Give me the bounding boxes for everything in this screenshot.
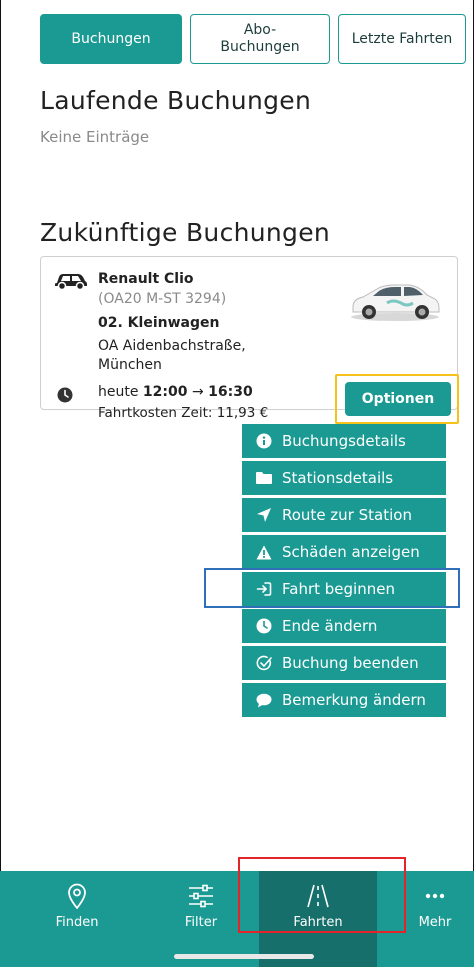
license-plate: (OA20 M-ST 3294) xyxy=(98,291,227,307)
menu-item-label: Schäden anzeigen xyxy=(282,543,420,561)
highlight-box-fahrt-beginnen xyxy=(204,568,460,608)
booking-cost: Fahrtkosten Zeit: 11,93 € xyxy=(98,405,269,421)
nav-mehr[interactable]: Mehr xyxy=(396,871,474,967)
home-indicator xyxy=(174,954,314,959)
info-icon xyxy=(256,433,272,449)
car-icon xyxy=(55,274,87,290)
menu-item-label: Route zur Station xyxy=(282,506,412,524)
nav-label: Mehr xyxy=(418,915,452,930)
tab-abo-buchungen[interactable]: Abo- Buchungen xyxy=(190,14,330,64)
menu-item-buchung-beenden[interactable]: Buchung beenden xyxy=(242,646,446,680)
tab-letzte-fahrten[interactable]: Letzte Fahrten xyxy=(338,14,466,64)
car-image xyxy=(351,284,440,321)
menu-item-label: Buchungsdetails xyxy=(282,432,406,450)
more-dots-icon xyxy=(422,883,448,909)
car-name: Renault Clio xyxy=(98,271,194,287)
nav-finden[interactable]: Finden xyxy=(36,871,118,967)
menu-item-buchungsdetails[interactable]: Buchungsdetails xyxy=(242,424,446,458)
future-bookings-title: Zukünftige Buchungen xyxy=(40,218,331,247)
menu-item-bemerkung-aendern[interactable]: Bemerkung ändern xyxy=(242,683,446,717)
time-end: 16:30 xyxy=(208,384,253,400)
nav-label: Finden xyxy=(55,915,99,930)
comment-icon xyxy=(256,692,272,708)
menu-item-schaeden-anzeigen[interactable]: Schäden anzeigen xyxy=(242,535,446,569)
car-category: 02. Kleinwagen xyxy=(98,315,220,331)
menu-item-label: Ende ändern xyxy=(282,617,378,635)
highlight-box-options xyxy=(335,374,459,424)
navigation-arrow-icon xyxy=(256,507,272,523)
clock-icon xyxy=(57,387,73,403)
highlight-box-fahrten xyxy=(238,857,406,933)
folder-icon xyxy=(256,470,272,486)
tab-abo-buchungen-label: Abo- Buchungen xyxy=(220,22,300,55)
location-pin-icon xyxy=(64,883,90,909)
menu-item-label: Stationsdetails xyxy=(282,469,394,487)
running-bookings-empty: Keine Einträge xyxy=(40,128,150,146)
check-circle-icon xyxy=(256,655,272,671)
booking-tabs: Buchungen Abo- Buchungen Letzte Fahrten xyxy=(40,14,466,64)
warning-icon xyxy=(256,544,272,560)
nav-filter[interactable]: Filter xyxy=(160,871,242,967)
menu-item-route-zur-station[interactable]: Route zur Station xyxy=(242,498,446,532)
booking-time: heute 12:00 → 16:30 xyxy=(98,384,253,400)
menu-item-label: Buchung beenden xyxy=(282,654,419,672)
station-line-2: München xyxy=(98,357,162,373)
time-prefix: heute xyxy=(98,384,143,400)
menu-item-label: Bemerkung ändern xyxy=(282,691,426,709)
sliders-icon xyxy=(188,883,214,909)
station-line-1: OA Aidenbachstraße, xyxy=(98,338,246,354)
running-bookings-title: Laufende Buchungen xyxy=(40,86,312,115)
menu-item-stationsdetails[interactable]: Stationsdetails xyxy=(242,461,446,495)
time-start: 12:00 xyxy=(142,384,188,400)
nav-label: Filter xyxy=(184,915,218,930)
tab-buchungen[interactable]: Buchungen xyxy=(40,14,182,64)
clock-icon xyxy=(256,618,272,634)
time-arrow: → xyxy=(187,384,209,400)
menu-item-ende-aendern[interactable]: Ende ändern xyxy=(242,609,446,643)
